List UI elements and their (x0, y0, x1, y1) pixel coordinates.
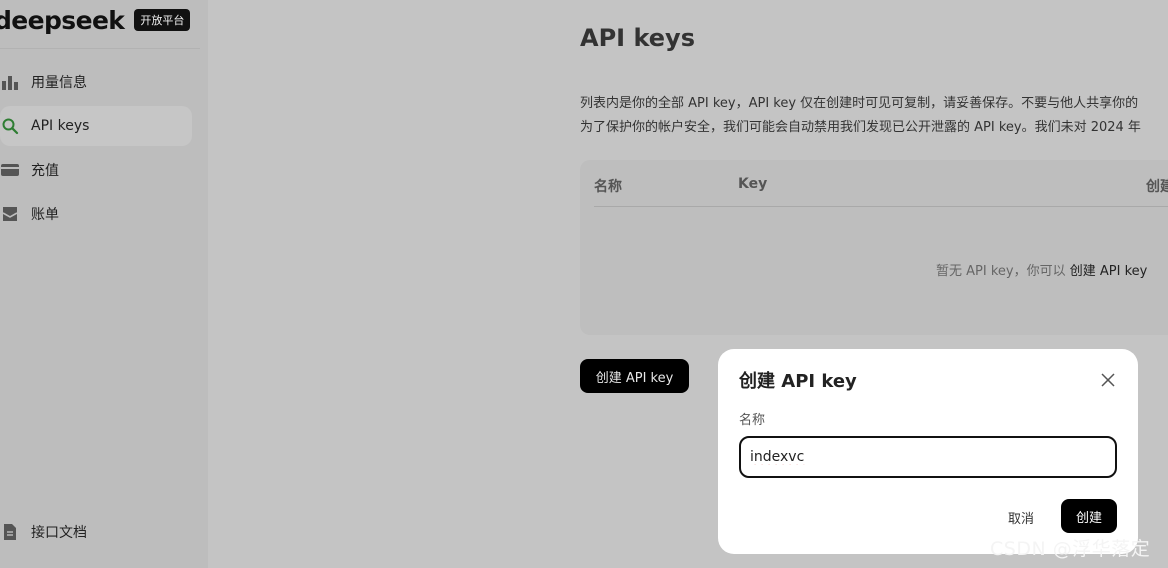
sidebar-item-usage[interactable]: 用量信息 (0, 62, 192, 102)
brand-logo: deepseek (0, 5, 125, 35)
create-api-key-dialog: 创建 API key 名称 取消 创建 (718, 349, 1138, 554)
page-description: 列表内是你的全部 API key，API key 仅在创建时可见可复制，请妥善保… (580, 92, 1168, 140)
close-button[interactable] (1098, 371, 1118, 391)
sidebar-item-label: 充值 (31, 163, 59, 179)
api-keys-table: 名称 Key 创建 暂无 API key，你可以 创建 API key (580, 160, 1168, 335)
bar-chart-icon (0, 72, 20, 92)
create-button[interactable]: 创建 (1061, 499, 1117, 533)
close-icon (1101, 372, 1115, 390)
sidebar-item-label: 接口文档 (31, 525, 87, 541)
platform-badge: 开放平台 (134, 9, 191, 31)
sidebar-item-label: API keys (31, 118, 90, 134)
sidebar-divider (0, 48, 200, 49)
page-title: API keys (580, 24, 695, 52)
sidebar-item-label: 用量信息 (31, 75, 87, 91)
column-header-name: 名称 (594, 179, 622, 195)
sidebar-item-billing[interactable]: 账单 (0, 194, 192, 234)
create-api-key-button[interactable]: 创建 API key (580, 359, 689, 393)
sidebar: deepseek 开放平台 用量信息 API keys 充值 账单 接口文档 (0, 0, 208, 568)
empty-state: 暂无 API key，你可以 创建 API key (936, 260, 1147, 279)
inbox-icon (0, 204, 20, 224)
table-header-divider (594, 206, 1168, 207)
description-line: 为了保护你的帐户安全，我们可能会自动禁用我们发现已公开泄露的 API key。我… (580, 120, 1141, 135)
description-line: 列表内是你的全部 API key，API key 仅在创建时可见可复制，请妥善保… (580, 96, 1139, 111)
name-field-label: 名称 (739, 413, 766, 428)
empty-state-text: 暂无 API key，你可以 (936, 264, 1066, 279)
name-input[interactable] (739, 436, 1117, 478)
sidebar-item-recharge[interactable]: 充值 (0, 150, 192, 190)
search-icon (0, 116, 20, 136)
watermark: CSDN @浮华落定 (990, 538, 1151, 560)
column-header-created: 创建 (1146, 179, 1168, 195)
cancel-button[interactable]: 取消 (995, 501, 1047, 533)
create-api-key-link[interactable]: 创建 API key (1070, 264, 1148, 279)
wallet-icon (0, 160, 20, 180)
document-icon (0, 522, 20, 542)
column-header-key: Key (738, 176, 768, 192)
dialog-title: 创建 API key (739, 371, 857, 392)
sidebar-item-label: 账单 (31, 207, 59, 223)
sidebar-item-api-keys[interactable]: API keys (0, 106, 192, 146)
sidebar-item-api-docs[interactable]: 接口文档 (0, 512, 192, 552)
brand[interactable]: deepseek 开放平台 (0, 4, 191, 36)
